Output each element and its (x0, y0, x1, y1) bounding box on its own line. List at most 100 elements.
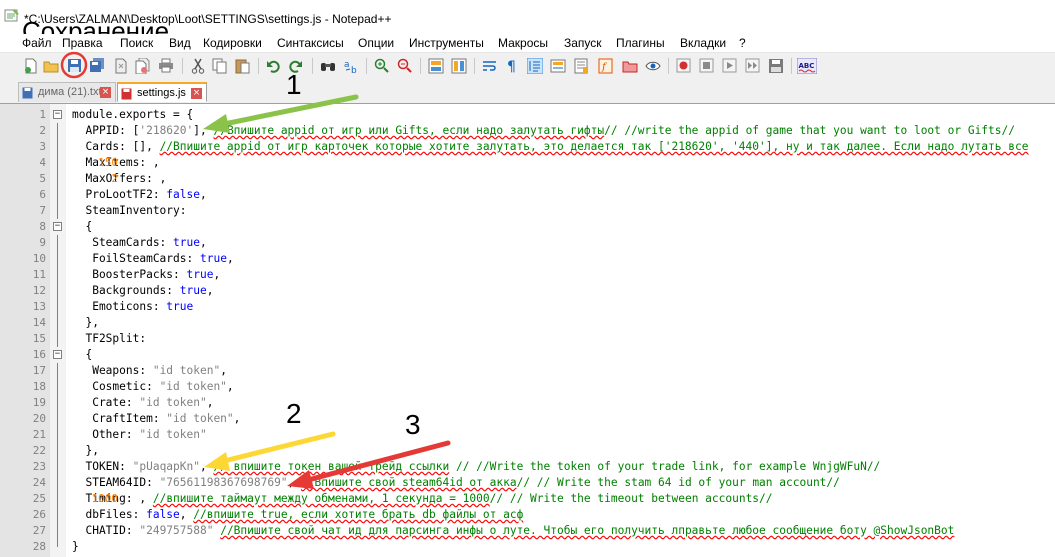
code-text: } (72, 539, 79, 555)
tab-settings-js[interactable]: settings.js × (117, 82, 207, 102)
code-line[interactable]: 16− { (0, 347, 1055, 363)
code-line[interactable]: 1− module.exports = { (0, 107, 1055, 123)
menu-help[interactable]: ? (739, 36, 746, 50)
menu-options[interactable]: Опции (358, 36, 394, 50)
udl-icon[interactable] (549, 57, 566, 74)
code-line[interactable]: 6 ProLootTF2: false, (0, 187, 1055, 203)
menu-syntax[interactable]: Синтаксисы (277, 36, 344, 50)
cut-icon[interactable] (189, 57, 206, 74)
fold-toggle-icon[interactable]: − (53, 350, 62, 359)
code-line[interactable]: 4 MaxItems: 150, (0, 155, 1055, 171)
code-line[interactable]: 7 SteamInventory: (0, 203, 1055, 219)
code-line[interactable]: 24 STEAM64ID: "76561198367698769", //Впи… (0, 475, 1055, 491)
record-macro-icon[interactable] (675, 57, 692, 74)
code-line[interactable]: 20 CraftItem: "id token", (0, 411, 1055, 427)
code-line[interactable]: 10 FoilSteamCards: true, (0, 251, 1055, 267)
code-line[interactable]: 27 CHATID: "249757588" //Впишите свой ча… (0, 523, 1055, 539)
sync-horizontal-icon[interactable] (450, 57, 467, 74)
save-all-icon[interactable] (88, 57, 105, 74)
code-line[interactable]: 22 }, (0, 443, 1055, 459)
run-macro-multiple-icon[interactable] (744, 57, 761, 74)
code-text: CHATID: "249757588" //Впишите свой чат и… (72, 523, 954, 539)
code-line[interactable]: 14 }, (0, 315, 1055, 331)
code-text: }, (72, 443, 98, 459)
save-icon[interactable] (66, 57, 83, 74)
code-token: SteamCards: (72, 236, 174, 249)
copy-icon[interactable] (211, 57, 228, 74)
code-line[interactable]: 15 TF2Split: (0, 331, 1055, 347)
code-line[interactable]: 13 Emoticons: true (0, 299, 1055, 315)
spellcheck-icon[interactable]: ABC (797, 57, 817, 74)
show-all-chars-icon[interactable]: ¶ (503, 57, 520, 74)
code-line[interactable]: 8− { (0, 219, 1055, 235)
tab-close-icon[interactable]: × (100, 87, 111, 98)
sync-vertical-icon[interactable] (427, 57, 444, 74)
code-editor[interactable]: 1− module.exports = {2 APPID: ['218620'],… (0, 104, 1055, 557)
code-line[interactable]: 12 Backgrounds: true, (0, 283, 1055, 299)
fold-guide-line (57, 283, 58, 299)
code-text: Timing: 1000, //впишите таймаут между об… (72, 491, 772, 507)
menu-run[interactable]: Запуск (564, 36, 602, 50)
code-token: , (213, 268, 221, 281)
menu-search[interactable]: Поиск (120, 36, 153, 50)
close-all-icon[interactable] (134, 57, 151, 74)
code-line[interactable]: 2 APPID: ['218620'], //Впишите appid от … (0, 123, 1055, 139)
menu-edit[interactable]: Правка (62, 36, 103, 50)
function-list-icon[interactable]: f (597, 57, 614, 74)
zoom-in-icon[interactable] (373, 57, 390, 74)
fold-guide-line (57, 155, 58, 171)
code-line[interactable]: 5 MaxOffers: 2, (0, 171, 1055, 187)
line-number: 18 (32, 380, 46, 393)
print-icon[interactable] (157, 57, 174, 74)
indent-guide-icon[interactable] (526, 57, 543, 74)
code-line[interactable]: 11 BoosterPacks: true, (0, 267, 1055, 283)
open-file-icon[interactable] (42, 57, 59, 74)
tab-close-icon[interactable]: × (191, 88, 202, 99)
code-line[interactable]: 3 Cards: [], //Впишите appid от игр карт… (0, 139, 1055, 155)
code-token: STEAM64ID: (72, 476, 160, 489)
code-line[interactable]: 23 TOKEN: "pUaqapKn", // впишите токен в… (0, 459, 1055, 475)
play-macro-icon[interactable] (721, 57, 738, 74)
fold-toggle-icon[interactable]: − (53, 110, 62, 119)
notepadpp-app-icon[interactable] (4, 8, 20, 22)
paste-icon[interactable] (234, 57, 251, 74)
code-text: MaxItems: 150, (72, 155, 159, 171)
code-line[interactable]: 25 Timing: 1000, //впишите таймаут между… (0, 491, 1055, 507)
word-wrap-icon[interactable] (481, 57, 498, 74)
tab-dima-txt[interactable]: дима (21).txt × (18, 82, 116, 102)
menu-plugins[interactable]: Плагины (616, 36, 665, 50)
code-line[interactable]: 19 Crate: "id token", (0, 395, 1055, 411)
save-macro-icon[interactable] (767, 57, 784, 74)
code-line[interactable]: 17 Weapons: "id token", (0, 363, 1055, 379)
folder-workspace-icon[interactable] (621, 57, 638, 74)
new-file-icon[interactable] (22, 57, 39, 74)
menu-tools[interactable]: Инструменты (409, 36, 484, 50)
replace-icon[interactable]: ab (342, 57, 359, 74)
code-line[interactable]: 26 dbFiles: false, //впишите true, если … (0, 507, 1055, 523)
close-icon[interactable] (112, 57, 129, 74)
code-line[interactable]: 21 Other: "id token" (0, 427, 1055, 443)
zoom-out-icon[interactable] (396, 57, 413, 74)
fold-guide-line (57, 267, 58, 283)
code-line[interactable]: 28} (0, 539, 1055, 555)
tab-label: дима (21).txt (38, 86, 102, 98)
menu-macros[interactable]: Макросы (498, 36, 548, 50)
menu-file[interactable]: Файл (22, 36, 52, 50)
fold-toggle-icon[interactable]: − (53, 222, 62, 231)
menu-tabs[interactable]: Вкладки (680, 36, 726, 50)
code-token: , (200, 236, 207, 249)
monitoring-icon[interactable] (644, 57, 661, 74)
code-token: , (159, 172, 167, 185)
stop-macro-icon[interactable] (698, 57, 715, 74)
code-token: , (139, 492, 153, 505)
find-icon[interactable] (319, 57, 336, 74)
code-line[interactable]: 9 SteamCards: true, (0, 235, 1055, 251)
menu-view[interactable]: Вид (169, 36, 191, 50)
code-line[interactable]: 18 Cosmetic: "id token", (0, 379, 1055, 395)
menu-encoding[interactable]: Кодировки (203, 36, 262, 50)
code-token: Weapons: (72, 364, 153, 377)
doc-map-icon[interactable] (573, 57, 590, 74)
line-number: 23 (32, 460, 46, 473)
undo-icon[interactable] (265, 57, 282, 74)
code-token: , (287, 476, 302, 489)
